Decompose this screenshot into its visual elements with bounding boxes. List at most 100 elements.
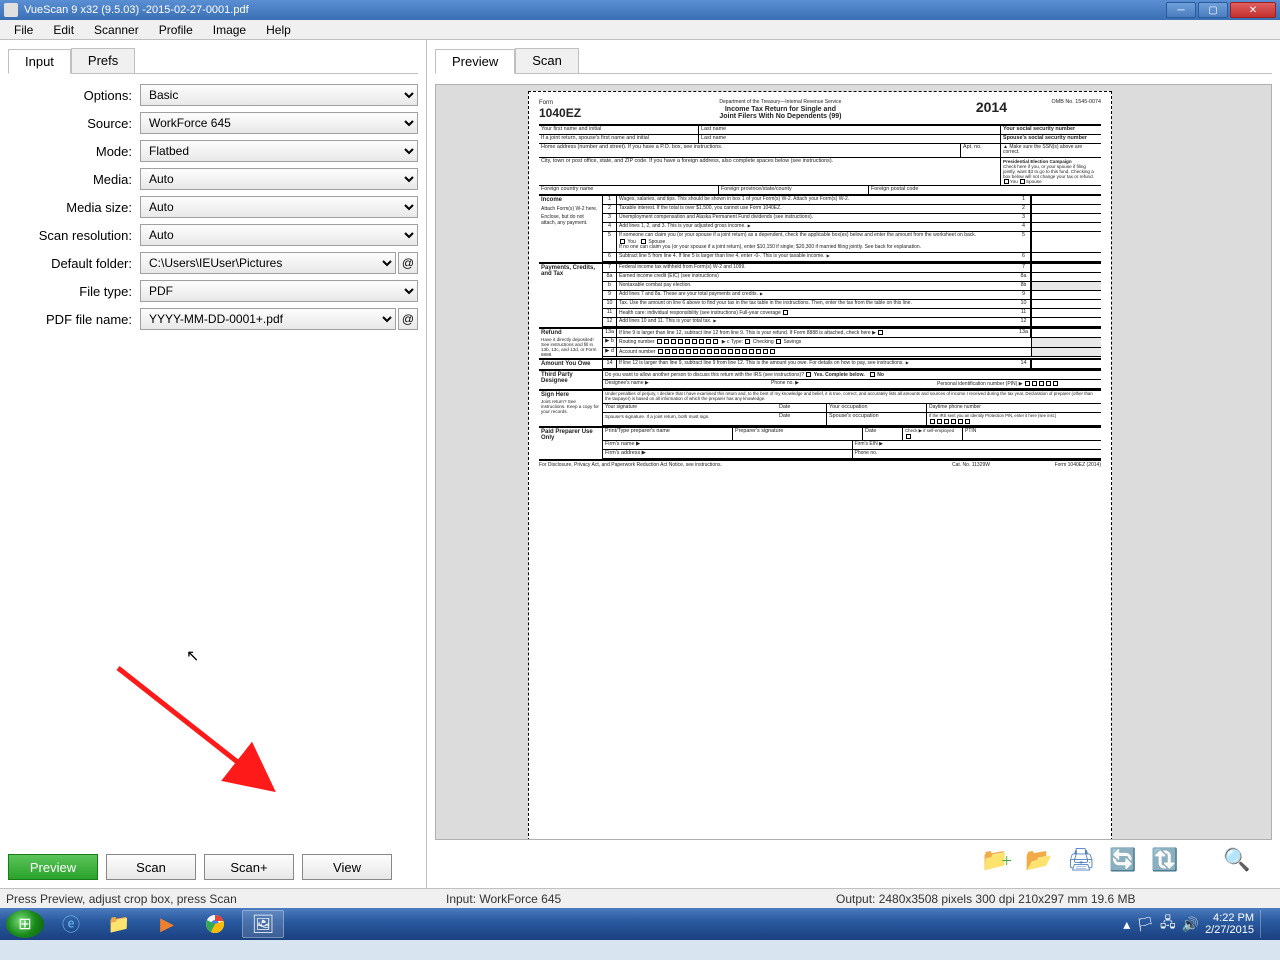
ptin: PTIN xyxy=(963,428,1101,440)
tab-scan[interactable]: Scan xyxy=(515,48,579,73)
scan-button[interactable]: Scan xyxy=(106,854,196,880)
start-button[interactable]: ⊞ xyxy=(6,910,44,938)
refund-sub: Have it directly deposited! See instruct… xyxy=(541,337,600,357)
preview-button[interactable]: Preview xyxy=(8,854,98,880)
annotation-arrow-icon xyxy=(108,658,288,798)
media-select[interactable]: Auto xyxy=(140,168,418,190)
your-occ: Your occupation xyxy=(827,404,927,412)
scan-res-select[interactable]: Auto xyxy=(140,224,418,246)
default-folder-select[interactable]: C:\Users\IEUser\Pictures xyxy=(140,252,396,274)
status-right: Output: 2480x3508 pixels 300 dpi 210x297… xyxy=(836,892,1274,906)
spouse-occ: Spouse's occupation xyxy=(827,413,927,425)
apt-label: Apt. no. xyxy=(961,144,1001,157)
media-size-select[interactable]: Auto xyxy=(140,196,418,218)
designee-phone: Phone no. ▶ xyxy=(769,380,935,388)
form-footer: Form 1040EZ (2014) xyxy=(1011,463,1101,469)
pdf-name-at-button[interactable]: @ xyxy=(398,308,418,330)
left-tabs: Input Prefs xyxy=(8,48,418,74)
foreign-province: Foreign province/state/county xyxy=(719,186,869,194)
view-button[interactable]: View xyxy=(302,854,392,880)
line8a: Earned income credit (EIC) (see instruct… xyxy=(617,273,1017,281)
show-desktop-button[interactable] xyxy=(1260,910,1268,938)
folder-icon[interactable]: 📂 xyxy=(1024,846,1054,874)
taskbar-chrome-icon[interactable] xyxy=(194,910,236,938)
pdf-name-select[interactable]: YYYY-MM-DD-0001+.pdf xyxy=(140,308,396,330)
taskbar-vuescan-icon[interactable]: 🖼 xyxy=(242,910,284,938)
city-label: City, town or post office, state, and ZI… xyxy=(539,158,1001,185)
tray-up-icon[interactable]: ▴ xyxy=(1123,916,1130,933)
sec-sign: Sign Here xyxy=(541,392,600,399)
sig-date2: Date xyxy=(777,413,827,425)
taskbar-ie-icon[interactable]: ⓔ xyxy=(50,910,92,938)
close-button[interactable]: ✕ xyxy=(1230,2,1276,18)
line14: If line 12 is larger than line 9, subtra… xyxy=(617,360,1017,368)
source-select[interactable]: WorkForce 645 xyxy=(140,112,418,134)
taskbar-media-icon[interactable]: ▶ xyxy=(146,910,188,938)
form-title-1: Income Tax Return for Single and xyxy=(607,106,954,114)
rotate-right-icon[interactable]: 🔃 xyxy=(1150,846,1180,874)
tray-flag-icon[interactable]: 🏳 xyxy=(1136,916,1154,933)
app-icon xyxy=(4,3,18,17)
spouse-ssn-label: Spouse's social security number xyxy=(1001,135,1101,143)
sig-date: Date xyxy=(777,404,827,412)
new-folder-icon[interactable]: 📁＋ xyxy=(982,846,1012,874)
clock-date: 2/27/2015 xyxy=(1205,924,1254,936)
sec-owe: Amount You Owe xyxy=(539,360,603,369)
menu-bar: File Edit Scanner Profile Image Help xyxy=(0,20,1280,40)
sign-joint: Joint return? See instructions. Keep a c… xyxy=(541,399,600,414)
options-select[interactable]: Basic xyxy=(140,84,418,106)
form-year: 2014 xyxy=(962,100,1021,121)
menu-scanner[interactable]: Scanner xyxy=(84,23,149,37)
mode-select[interactable]: Flatbed xyxy=(140,140,418,162)
menu-edit[interactable]: Edit xyxy=(43,23,84,37)
default-folder-browse-button[interactable]: @ xyxy=(398,252,418,274)
action-buttons: Preview Scan Scan+ View xyxy=(8,848,418,880)
menu-profile[interactable]: Profile xyxy=(149,23,203,37)
right-panel: Preview Scan Form 1040EZ Department of t… xyxy=(427,40,1280,888)
line1: Wages, salaries, and tips. This should b… xyxy=(617,196,1017,204)
spouse-last-label: Last name xyxy=(699,135,1001,143)
file-type-select[interactable]: PDF xyxy=(140,280,418,302)
line9: Add lines 7 and 8a. These are your total… xyxy=(617,291,1017,299)
title-bar: VueScan 9 x32 (9.5.03) -2015-02-27-0001.… xyxy=(0,0,1280,20)
zoom-icon[interactable]: 🔍 xyxy=(1222,846,1252,874)
pres-text: Check here if you, or your spouse if fil… xyxy=(1003,164,1094,179)
tray-volume-icon[interactable]: 🔊 xyxy=(1182,916,1199,933)
menu-file[interactable]: File xyxy=(4,23,43,37)
minimize-button[interactable]: ─ xyxy=(1166,2,1196,18)
default-folder-label: Default folder: xyxy=(8,256,136,271)
preview-area[interactable]: Form 1040EZ Department of the Treasury—I… xyxy=(435,84,1272,840)
preparer-name: Print/Type preparer's name xyxy=(603,428,733,440)
enclose: Enclose, but do not attach, any payment. xyxy=(541,215,600,226)
taskbar-clock[interactable]: 4:22 PM 2/27/2015 xyxy=(1205,912,1254,936)
tab-preview[interactable]: Preview xyxy=(435,49,515,74)
clock-time: 4:22 PM xyxy=(1205,912,1254,924)
scanned-page: Form 1040EZ Department of the Treasury—I… xyxy=(531,94,1109,838)
ssn-check: ▲ Make sure the SSN(s) above are correct… xyxy=(1001,144,1101,157)
printer-icon[interactable]: 🖨 xyxy=(1066,846,1096,874)
line13a: If line 9 is larger than line 12, subtra… xyxy=(617,329,1017,337)
line10: Tax. Use the amount on line 6 above to f… xyxy=(617,300,1017,308)
scan-plus-button[interactable]: Scan+ xyxy=(204,854,294,880)
line7: Federal income tax withheld from Form(s)… xyxy=(617,264,1017,272)
taskbar-explorer-icon[interactable]: 📁 xyxy=(98,910,140,938)
third-q: Do you want to allow another person to d… xyxy=(603,371,1101,379)
maximize-button[interactable]: ▢ xyxy=(1198,2,1228,18)
rotate-left-icon[interactable]: 🔄 xyxy=(1108,846,1138,874)
tray-network-icon[interactable]: 🖧 xyxy=(1160,912,1176,936)
line5b: If no one can claim you (or your spouse … xyxy=(619,244,921,250)
cat-no: Cat. No. 11329W xyxy=(931,463,1011,469)
sign-perjury: Under penalties of perjury, I declare th… xyxy=(603,391,1101,403)
options-label: Options: xyxy=(8,88,136,103)
line5a: If someone can claim you (or your spouse… xyxy=(619,232,976,238)
menu-help[interactable]: Help xyxy=(256,23,301,37)
menu-image[interactable]: Image xyxy=(203,23,256,37)
firm-phone: Phone no. xyxy=(853,450,1102,458)
crop-box[interactable]: Form 1040EZ Department of the Treasury—I… xyxy=(528,91,1112,840)
right-tabs: Preview Scan xyxy=(435,48,1272,74)
tab-input[interactable]: Input xyxy=(8,49,71,74)
cursor-icon: ↖ xyxy=(186,646,199,666)
taskbar: ⊞ ⓔ 📁 ▶ 🖼 ▴ 🏳 🖧 🔊 4:22 PM 2/27/2015 xyxy=(0,908,1280,940)
media-size-label: Media size: xyxy=(8,200,136,215)
tab-prefs[interactable]: Prefs xyxy=(71,48,135,73)
